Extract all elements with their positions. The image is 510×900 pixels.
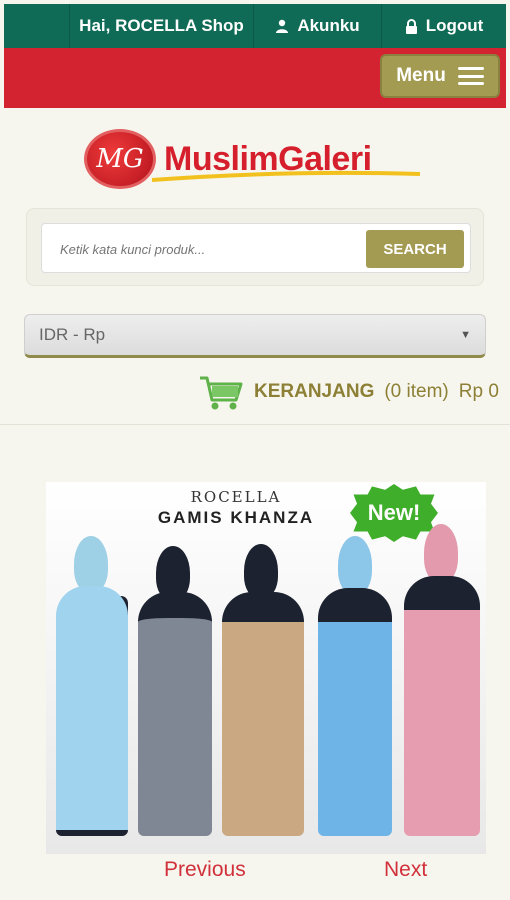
divider: [0, 424, 510, 425]
caret-down-icon: ▼: [460, 329, 471, 341]
model-figure: [216, 544, 310, 836]
model-figure: [398, 524, 484, 836]
currency-select[interactable]: IDR - Rp ▼: [24, 314, 486, 358]
model-figure: [52, 536, 132, 836]
search-panel: SEARCH: [26, 208, 484, 286]
logout-label: Logout: [425, 16, 484, 35]
hamburger-icon: [457, 67, 484, 85]
carousel-previous[interactable]: Previous: [164, 858, 246, 882]
user-icon: [276, 19, 289, 33]
cart-icon: [200, 376, 243, 410]
lock-icon: [405, 18, 417, 34]
nav-bar: Menu: [4, 48, 506, 108]
search-button[interactable]: SEARCH: [366, 230, 464, 268]
model-figure: [312, 536, 396, 836]
cart-label: KERANJANG: [254, 381, 375, 402]
carousel-next[interactable]: Next: [384, 858, 427, 882]
menu-label: Menu: [396, 65, 446, 86]
logo-swoosh: [151, 170, 421, 182]
product-banner[interactable]: ROCELLA GAMIS KHANZA New!: [46, 482, 486, 854]
logout-link[interactable]: Logout: [382, 4, 506, 48]
search-box: SEARCH: [41, 223, 471, 273]
account-label: Akunku: [297, 16, 360, 35]
cart-count: (0 item): [384, 381, 449, 402]
greeting: Hai, ROCELLA Shop: [70, 4, 254, 48]
search-input[interactable]: [60, 238, 360, 260]
account-link[interactable]: Akunku: [254, 4, 382, 48]
model-figure: [134, 546, 216, 836]
cart-total: Rp 0: [458, 381, 499, 402]
top-bar-spacer: [4, 4, 70, 48]
top-bar: Hai, ROCELLA Shop Akunku Logout: [4, 4, 506, 48]
cart-summary[interactable]: KERANJANG (0 item) Rp 0: [198, 368, 499, 416]
currency-selected: IDR - Rp: [39, 325, 106, 344]
menu-button[interactable]: Menu: [380, 54, 500, 98]
logo-mark: MG: [84, 129, 156, 189]
